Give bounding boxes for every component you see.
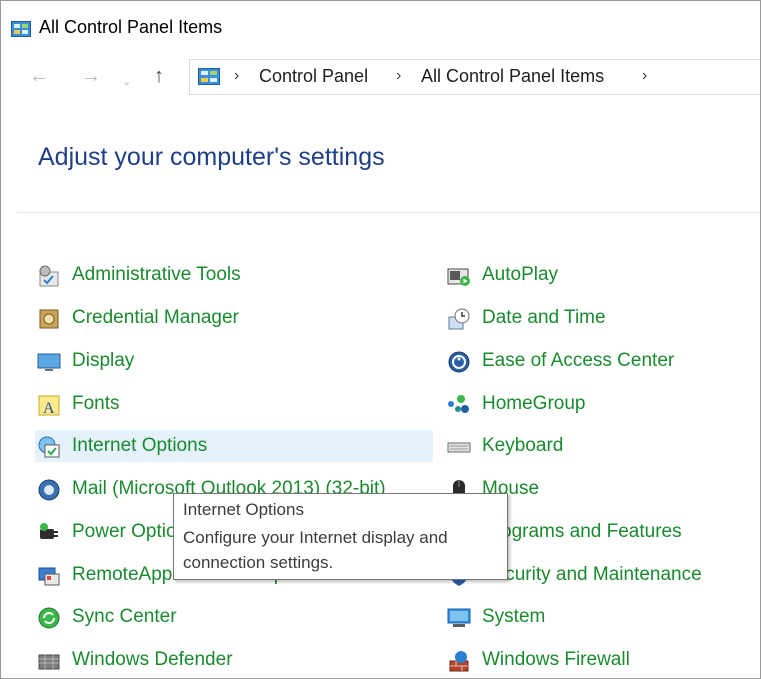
sync-center-icon [38, 607, 60, 629]
item-fonts[interactable]: A Fonts [35, 388, 433, 420]
item-ease-of-access[interactable]: Ease of Access Center [447, 345, 747, 377]
item-internet-options[interactable]: Internet Options [35, 430, 433, 462]
item-label: Keyboard [482, 435, 564, 456]
item-label: Date and Time [482, 307, 606, 328]
fonts-icon: A [38, 395, 60, 417]
breadcrumb-separator-icon[interactable]: › [234, 67, 239, 85]
power-options-icon [40, 523, 58, 539]
item-display[interactable]: Display [35, 345, 433, 377]
svg-text:A: A [43, 400, 55, 417]
item-label: System [482, 606, 546, 627]
item-label: Ease of Access Center [482, 350, 675, 371]
item-windows-defender[interactable]: Windows Defender [35, 644, 433, 676]
mail-icon [38, 479, 60, 501]
item-credential-manager[interactable]: Credential Manager [35, 302, 433, 334]
item-administrative-tools[interactable]: Administrative Tools [35, 259, 433, 291]
item-label: Administrative Tools [72, 264, 241, 285]
ease-of-access-icon [448, 351, 470, 373]
item-label: Windows Defender [72, 649, 233, 670]
system-icon [447, 608, 471, 627]
back-arrow-icon[interactable]: ← [29, 63, 49, 89]
up-arrow-icon[interactable]: ↑ [154, 63, 164, 89]
item-homegroup[interactable]: HomeGroup [447, 388, 747, 420]
item-autoplay[interactable]: AutoPlay [447, 259, 747, 291]
autoplay-icon [447, 268, 470, 286]
item-label: Display [72, 350, 135, 371]
item-label: AutoPlay [482, 264, 559, 285]
credential-manager-icon [39, 309, 59, 329]
windows-defender-icon [38, 654, 60, 670]
header-divider [17, 212, 760, 213]
homegroup-icon [448, 395, 469, 413]
item-date-and-time[interactable]: Date and Time [447, 302, 747, 334]
internet-options-icon [38, 436, 60, 458]
windows-firewall-icon [449, 651, 469, 672]
item-label: HomeGroup [482, 393, 586, 414]
item-label: Sync Center [72, 606, 177, 627]
item-windows-firewall[interactable]: Windows Firewall [447, 644, 747, 676]
recent-locations-chevron-icon[interactable]: ⌄ [122, 69, 131, 95]
item-label: Internet Options [72, 435, 208, 456]
breadcrumb-all-items[interactable]: All Control Panel Items [421, 66, 604, 87]
item-label: Credential Manager [72, 307, 239, 328]
title-bar: All Control Panel Items [1, 1, 760, 55]
page-title: Adjust your computer's settings [38, 143, 385, 171]
control-panel-icon [198, 68, 220, 85]
item-system[interactable]: System [447, 601, 747, 633]
window-title: All Control Panel Items [39, 17, 223, 37]
item-label: Programs and Features [482, 521, 682, 542]
tooltip-title: Internet Options [183, 500, 304, 519]
date-time-icon [448, 308, 470, 330]
control-panel-icon [11, 21, 31, 37]
breadcrumb-separator-icon[interactable]: › [396, 67, 401, 85]
keyboard-icon [447, 442, 471, 453]
item-keyboard[interactable]: Keyboard [447, 430, 747, 462]
address-bar[interactable]: › Control Panel › All Control Panel Item… [189, 59, 760, 95]
breadcrumb-separator-icon[interactable]: › [642, 67, 647, 85]
item-label: Windows Firewall [482, 649, 630, 670]
tooltip-description: Configure your Internet display and conn… [183, 528, 448, 572]
item-sync-center[interactable]: Sync Center [35, 601, 433, 633]
forward-arrow-icon[interactable]: → [81, 63, 101, 89]
breadcrumb-control-panel[interactable]: Control Panel [259, 66, 368, 87]
administrative-tools-icon [39, 265, 59, 287]
remoteapp-icon [38, 567, 60, 586]
tooltip: Internet Options Configure your Internet… [173, 493, 508, 580]
control-panel-window: All Control Panel Items ← → ⌄ ↑ › Contro… [0, 0, 761, 679]
item-label: Security and Maintenance [482, 564, 702, 585]
item-label: Fonts [72, 393, 120, 414]
display-icon [37, 353, 61, 371]
